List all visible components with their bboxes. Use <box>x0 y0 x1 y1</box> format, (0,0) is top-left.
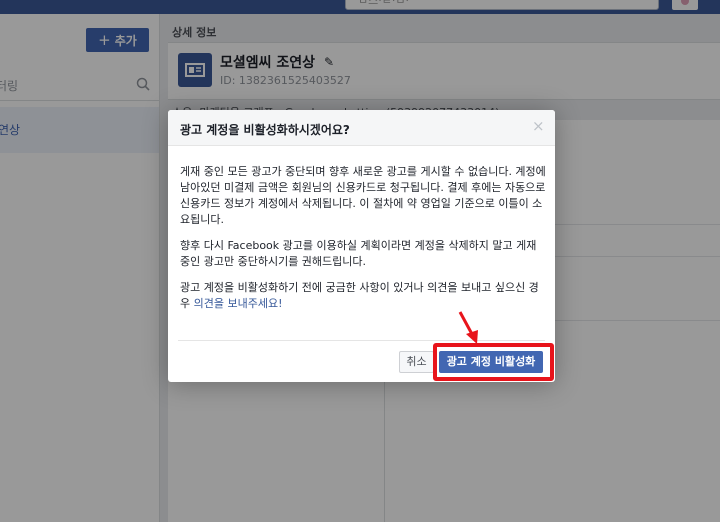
red-arrow-annotation <box>458 311 478 344</box>
dialog-paragraph-2: 향후 다시 Facebook 광고를 이용하실 계획이라면 계정을 삭제하지 말… <box>180 239 537 268</box>
dialog-footer-divider <box>178 340 545 341</box>
dialog-header: 광고 계정을 비활성화하시겠어요? × <box>168 110 555 146</box>
dialog-title: 광고 계정을 비활성화하시겠어요? <box>180 123 350 137</box>
dialog-paragraph-1: 게재 중인 모든 광고가 중단되며 향후 새로운 광고를 게시할 수 없습니다.… <box>180 165 546 226</box>
deactivate-ad-account-dialog: 광고 계정을 비활성화하시겠어요? × 게재 중인 모든 광고가 중단되며 향후… <box>168 110 555 382</box>
close-icon[interactable]: × <box>532 119 545 134</box>
cancel-button[interactable]: 취소 <box>399 351 434 373</box>
send-feedback-link[interactable]: 의견을 보내주세요! <box>194 297 283 310</box>
dialog-body: 게재 중인 모든 광고가 중단되며 향후 새로운 광고를 게시할 수 없습니다.… <box>180 164 546 322</box>
dialog-paragraph-3: 광고 계정을 비활성화하기 전에 궁금한 사항이 있거나 의견을 보내고 싶으신… <box>180 280 546 312</box>
highlight-box <box>433 343 554 381</box>
